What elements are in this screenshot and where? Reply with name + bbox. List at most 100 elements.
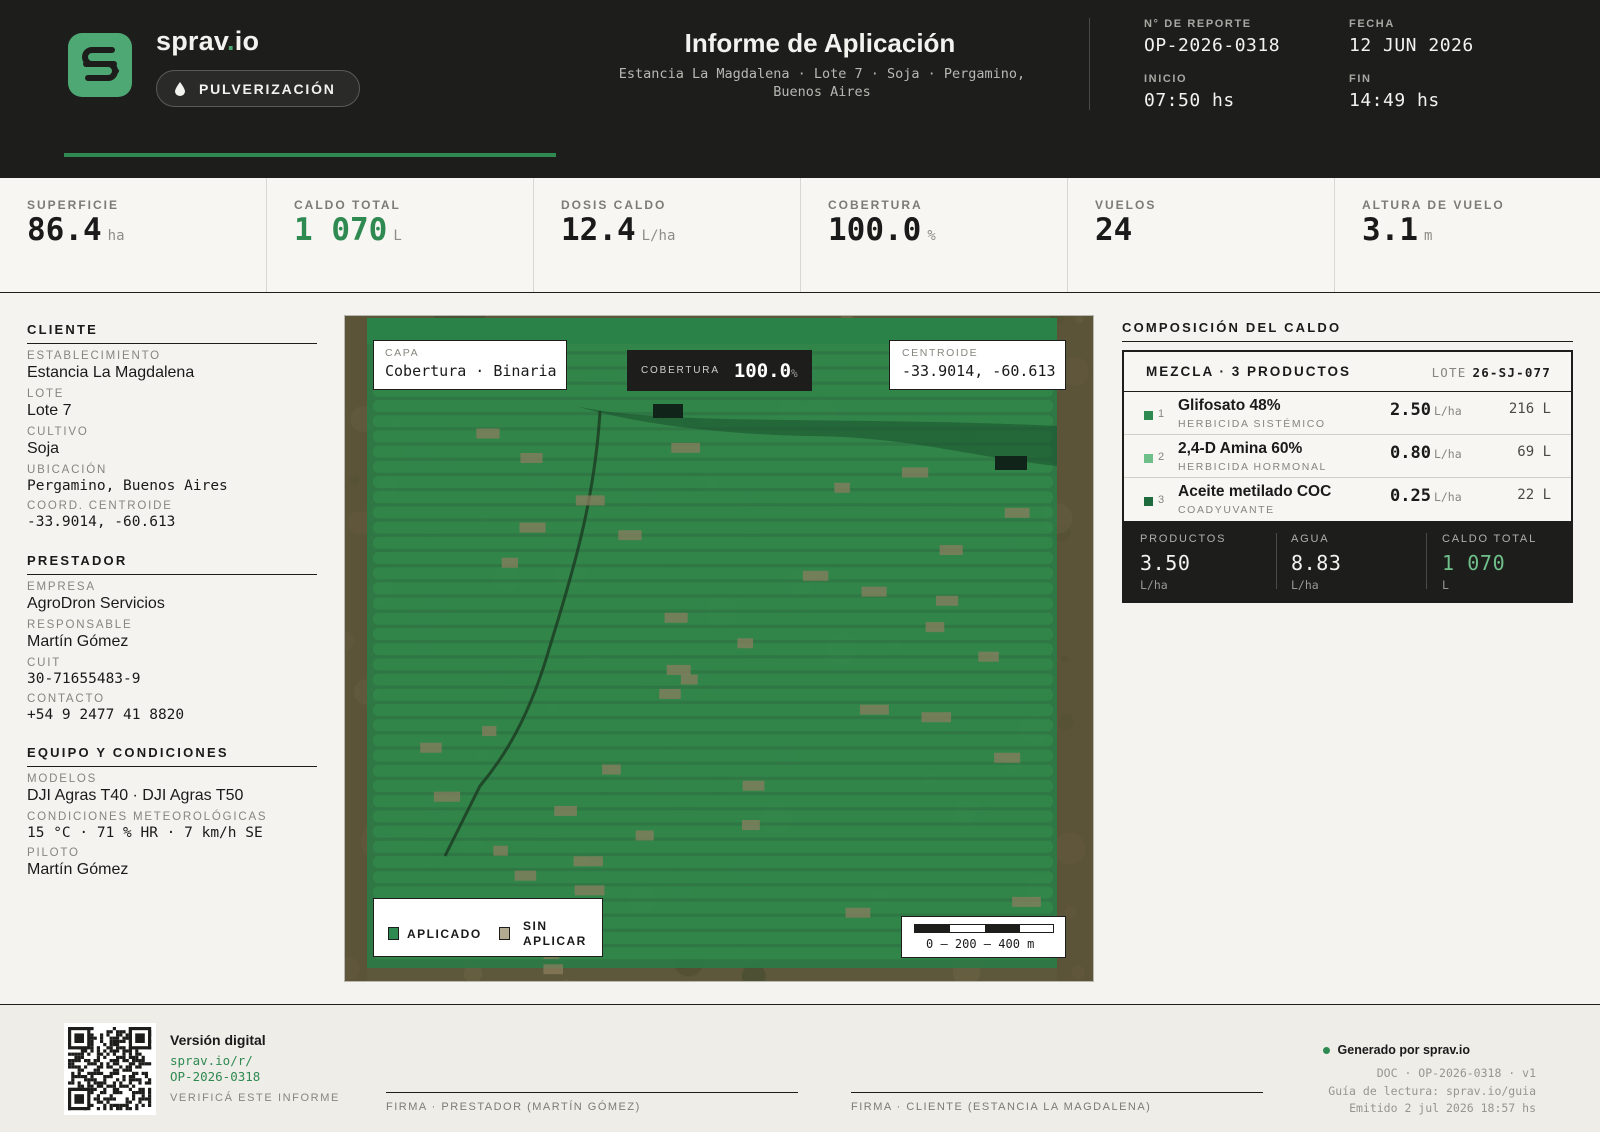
coord-value: -33.9014, -60.613 xyxy=(27,514,176,530)
page-title: Informe de Aplicación xyxy=(684,28,956,58)
report-header: sprav.io PULVERIZACIÓN Informe de Aplica… xyxy=(0,0,1600,178)
composition-table: MEZCLA · 3 PRODUCTOS LOTE 26-SJ-077 1 Gli… xyxy=(1122,350,1573,603)
not-applied-swatch xyxy=(499,927,510,940)
page-subtitle: Estancia La Magdalena · Lote 7 · Soja · … xyxy=(618,66,1026,100)
verify-label: VERIFICÁ ESTE INFORME xyxy=(170,1092,340,1104)
droplet-icon xyxy=(175,81,185,96)
totals-divider xyxy=(1426,533,1427,589)
map-legend: APLICADO SIN APLICAR xyxy=(373,898,603,957)
field-label: ESTABLECIMIENTO xyxy=(27,350,161,362)
product-name: Glifosato 48% xyxy=(1178,397,1281,414)
coverage-badge: COBERTURA 100.0% xyxy=(627,350,812,391)
qr-code-icon[interactable] xyxy=(64,1023,156,1115)
totals-divider xyxy=(1276,533,1277,589)
mix-label: MEZCLA · 3 PRODUCTOS xyxy=(1146,364,1352,379)
product-color-swatch xyxy=(1144,411,1153,420)
kpi-altura-vuelo: ALTURA DE VUELO 3.1 m xyxy=(1362,198,1505,248)
start-time: INICIO 07:50 hs xyxy=(1144,73,1235,111)
product-row: 3 Aceite metilado COC COADYUVANTE 0.25 L/… xyxy=(1124,478,1571,521)
prestador-section: PRESTADOR EMPRESA AgroDron Servicios RES… xyxy=(27,553,317,723)
digital-version-title: Versión digital xyxy=(170,1032,266,1048)
responsable-value: Martín Gómez xyxy=(27,633,129,650)
cuit-value: 30-71655483-9 xyxy=(27,671,141,687)
product-color-swatch xyxy=(1144,454,1153,463)
document-meta: DOC · OP-2026-0318 · v1 Guía de lectura:… xyxy=(1328,1066,1536,1115)
equipo-section: EQUIPO Y CONDICIONES MODELOS DJI Agras T… xyxy=(27,745,317,879)
report-number: N° DE REPORTE OP-2026-0318 xyxy=(1144,18,1281,56)
centroid-box: CENTROIDE -33.9014, -60.613 xyxy=(889,340,1066,390)
report-footer: Versión digital sprav.io/r/ OP-2026-0318… xyxy=(0,1004,1600,1132)
product-category: HERBICIDA HORMONAL xyxy=(1178,461,1327,473)
batch-label: LOTE 26-SJ-077 xyxy=(1431,365,1551,380)
mode-label: PULVERIZACIÓN xyxy=(199,80,336,97)
empresa-value: AgroDron Servicios xyxy=(27,595,165,612)
coverage-map-image xyxy=(345,316,1093,981)
signature-prestador: FIRMA · PRESTADOR (MARTÍN GÓMEZ) xyxy=(386,1092,798,1113)
field-label: MODELOS xyxy=(27,773,98,785)
section-title: CLIENTE xyxy=(27,322,317,344)
product-dose: 0.80 L/ha xyxy=(1390,443,1462,463)
end-time: FIN 14:49 hs xyxy=(1349,73,1440,111)
info-column: CLIENTE ESTABLECIMIENTO Estancia La Magd… xyxy=(27,293,317,879)
legend-not-applied-label: SIN APLICAR xyxy=(523,919,587,948)
product-name: 2,4-D Amina 60% xyxy=(1178,440,1303,457)
field-label: CONTACTO xyxy=(27,693,105,705)
brand-name: sprav.io xyxy=(156,26,260,56)
product-dose: 2.50 L/ha xyxy=(1390,400,1462,420)
mode-badge: PULVERIZACIÓN xyxy=(156,70,360,107)
section-title: COMPOSICIÓN DEL CALDO xyxy=(1122,320,1573,342)
cliente-section: CLIENTE ESTABLECIMIENTO Estancia La Magd… xyxy=(27,322,317,530)
kpi-cobertura: COBERTURA 100.0% xyxy=(801,178,1068,292)
product-dose: 0.25 L/ha xyxy=(1390,486,1462,506)
field-label: CUIT xyxy=(27,657,62,669)
product-total: 22 L xyxy=(1517,487,1551,503)
layer-box[interactable]: CAPA Cobertura · Binaria xyxy=(373,340,567,390)
signature-cliente: FIRMA · CLIENTE (ESTANCIA LA MAGDALENA) xyxy=(851,1092,1263,1113)
product-total: 69 L xyxy=(1517,444,1551,460)
field-label: LOTE xyxy=(27,388,65,400)
contacto-value: +54 9 2477 41 8820 xyxy=(27,707,185,723)
field-label: RESPONSABLE xyxy=(27,619,133,631)
product-row: 2 2,4-D Amina 60% HERBICIDA HORMONAL 0.8… xyxy=(1124,435,1571,478)
product-category: HERBICIDA SISTÉMICO xyxy=(1178,418,1326,430)
composition-column: COMPOSICIÓN DEL CALDO MEZCLA · 3 PRODUCT… xyxy=(1122,320,1573,603)
product-total: 216 L xyxy=(1508,401,1551,417)
kpi-caldo-total: CALDO TOTAL 1 070 L xyxy=(267,178,534,292)
product-row: 1 Glifosato 48% HERBICIDA SISTÉMICO 2.50… xyxy=(1124,392,1571,435)
generated-by: Generado por sprav.io xyxy=(1322,1043,1470,1057)
lote-value: Lote 7 xyxy=(27,402,72,419)
kpi-superficie: SUPERFICIE 86.4 ha xyxy=(0,178,267,292)
field-label: UBICACIÓN xyxy=(27,464,108,476)
composition-totals: PRODUCTOS 3.50 L/ha AGUA 8.83 L/ha CALDO… xyxy=(1124,521,1571,601)
field-label: CULTIVO xyxy=(27,426,89,438)
ubicacion-value: Pergamino, Buenos Aires xyxy=(27,478,228,494)
total-agua: AGUA 8.83 L/ha xyxy=(1291,533,1342,592)
composition-header: MEZCLA · 3 PRODUCTOS LOTE 26-SJ-077 xyxy=(1124,352,1571,392)
product-name: Aceite metilado COC xyxy=(1178,483,1332,500)
section-title: EQUIPO Y CONDICIONES xyxy=(27,745,317,767)
field-label: PILOTO xyxy=(27,847,80,859)
total-caldo: CALDO TOTAL 1 070 L xyxy=(1442,533,1537,592)
legend-applied-label: APLICADO xyxy=(407,927,482,941)
product-color-swatch xyxy=(1144,497,1153,506)
establecimiento-value: Estancia La Magdalena xyxy=(27,364,195,381)
kpi-vuelos: VUELOS 24 xyxy=(1068,178,1335,292)
modelos-value: DJI Agras T40 · DJI Agras T50 xyxy=(27,787,244,804)
field-label: COORD. CENTROIDE xyxy=(27,500,173,512)
kpi-strip: SUPERFICIE 86.4 ha CALDO TOTAL 1 070 L DOS… xyxy=(0,178,1600,293)
applied-swatch xyxy=(388,927,399,940)
header-accent-line xyxy=(64,153,556,157)
total-productos: PRODUCTOS 3.50 L/ha xyxy=(1140,533,1227,592)
field-label: CONDICIONES METEOROLÓGICAS xyxy=(27,811,268,823)
cultivo-value: Soja xyxy=(27,440,60,457)
section-title: PRESTADOR xyxy=(27,553,317,575)
field-label: EMPRESA xyxy=(27,581,96,593)
coverage-map[interactable]: CAPA Cobertura · Binaria COBERTURA 100.0… xyxy=(344,315,1094,982)
sprav-logo-icon xyxy=(68,33,132,97)
scale-text: 0 — 200 — 400 m xyxy=(926,937,1035,951)
condiciones-value: 15 °C · 71 % HR · 7 km/h SE xyxy=(27,825,263,841)
digital-version-link[interactable]: sprav.io/r/ OP-2026-0318 xyxy=(170,1053,260,1085)
product-category: COADYUVANTE xyxy=(1178,504,1275,516)
status-dot-icon xyxy=(1322,1047,1330,1055)
header-divider xyxy=(1089,18,1090,110)
